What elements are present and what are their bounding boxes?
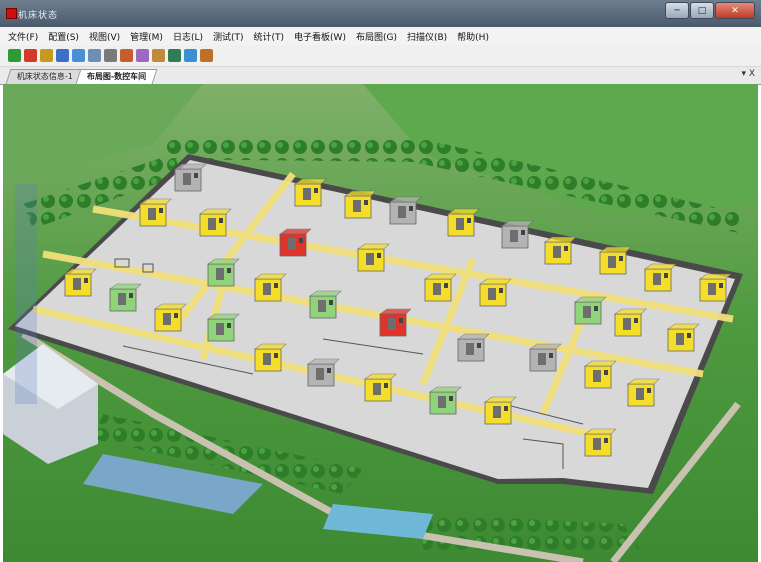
minimize-button[interactable]: ─: [665, 2, 689, 19]
machine-idle[interactable]: [429, 386, 462, 415]
cut-icon[interactable]: [56, 49, 69, 62]
machine-running[interactable]: [479, 278, 512, 307]
machine-running[interactable]: [294, 178, 327, 207]
tool-icon[interactable]: [40, 49, 53, 62]
machine-running[interactable]: [599, 246, 632, 275]
layout-canvas: [3, 84, 758, 562]
title-bar: 机床状态 ─ □ ✕: [0, 0, 761, 27]
close-button[interactable]: ✕: [715, 2, 755, 19]
machine-offline[interactable]: [501, 220, 534, 249]
machine-running[interactable]: [584, 428, 617, 457]
filter-icon[interactable]: [168, 49, 181, 62]
machine-running[interactable]: [544, 236, 577, 265]
menu-statistics[interactable]: 统计(T): [254, 30, 285, 43]
machine-offline[interactable]: [529, 343, 562, 372]
tab-machine-status[interactable]: 机床状态信息-1: [5, 69, 85, 84]
machine-idle[interactable]: [207, 258, 240, 287]
machine-running[interactable]: [64, 268, 97, 297]
tab-layout-workshop[interactable]: 布局图-数控车间: [75, 69, 158, 84]
menu-log[interactable]: 日志(L): [173, 30, 203, 43]
machine-running[interactable]: [614, 308, 647, 337]
list-icon[interactable]: [72, 49, 85, 62]
machine-running[interactable]: [154, 303, 187, 332]
stop-icon[interactable]: [24, 49, 37, 62]
menu-manage[interactable]: 管理(M): [130, 30, 163, 43]
menu-test[interactable]: 测试(T): [213, 30, 244, 43]
barcode-icon[interactable]: [152, 49, 165, 62]
machine-alarm[interactable]: [279, 228, 312, 257]
machine-offline[interactable]: [307, 358, 340, 387]
machine-offline[interactable]: [174, 163, 207, 192]
person-icon[interactable]: [200, 49, 213, 62]
settings-icon[interactable]: [136, 49, 149, 62]
side-panel-strip: [15, 184, 37, 404]
tab-bar: 机床状态信息-1 布局图-数控车间 ▾ X: [0, 67, 761, 85]
chart-icon[interactable]: [120, 49, 133, 62]
menu-bar: 文件(F) 配置(S) 视图(V) 管理(M) 日志(L) 测试(T) 统计(T…: [0, 27, 761, 45]
machine-offline[interactable]: [389, 196, 422, 225]
machine-alarm[interactable]: [379, 308, 412, 337]
machine-running[interactable]: [644, 263, 677, 292]
machine-running[interactable]: [344, 190, 377, 219]
start-icon[interactable]: [8, 49, 21, 62]
machine-running[interactable]: [357, 243, 390, 272]
machine-running[interactable]: [424, 273, 457, 302]
machine-running[interactable]: [584, 360, 617, 389]
menu-scanner[interactable]: 扫描仪(B): [407, 30, 447, 43]
menu-dashboard[interactable]: 电子看板(W): [294, 30, 346, 43]
toolbar: [0, 45, 761, 67]
machine-idle[interactable]: [109, 283, 142, 312]
machine-running[interactable]: [484, 396, 517, 425]
machine-idle[interactable]: [574, 296, 607, 325]
search-icon[interactable]: [184, 49, 197, 62]
machine-running[interactable]: [254, 343, 287, 372]
machine-running[interactable]: [364, 373, 397, 402]
menu-config[interactable]: 配置(S): [48, 30, 79, 43]
tab-machine-status-label: 机床状态信息-1: [16, 72, 73, 81]
machine-running[interactable]: [139, 198, 172, 227]
menu-help[interactable]: 帮助(H): [457, 30, 489, 43]
machine-running[interactable]: [699, 273, 732, 302]
window-controls: ─ □ ✕: [665, 2, 755, 19]
menu-layout[interactable]: 布局图(G): [356, 30, 397, 43]
tab-controls[interactable]: ▾ X: [741, 69, 755, 79]
menu-file[interactable]: 文件(F): [8, 30, 38, 43]
machine-running[interactable]: [254, 273, 287, 302]
machine-running[interactable]: [199, 208, 232, 237]
machine-running[interactable]: [667, 323, 700, 352]
menu-view[interactable]: 视图(V): [89, 30, 120, 43]
edit-icon[interactable]: [104, 49, 117, 62]
tab-layout-workshop-label: 布局图-数控车间: [86, 72, 147, 81]
machine-running[interactable]: [447, 208, 480, 237]
window-title: 机床状态: [18, 11, 59, 21]
machine-idle[interactable]: [207, 313, 240, 342]
table-icon[interactable]: [88, 49, 101, 62]
factory-aerial-view: [3, 84, 758, 562]
app-logo-icon: [6, 8, 17, 19]
machine-idle[interactable]: [309, 290, 342, 319]
maximize-button[interactable]: □: [690, 2, 714, 19]
machine-running[interactable]: [627, 378, 660, 407]
machine-offline[interactable]: [457, 333, 490, 362]
